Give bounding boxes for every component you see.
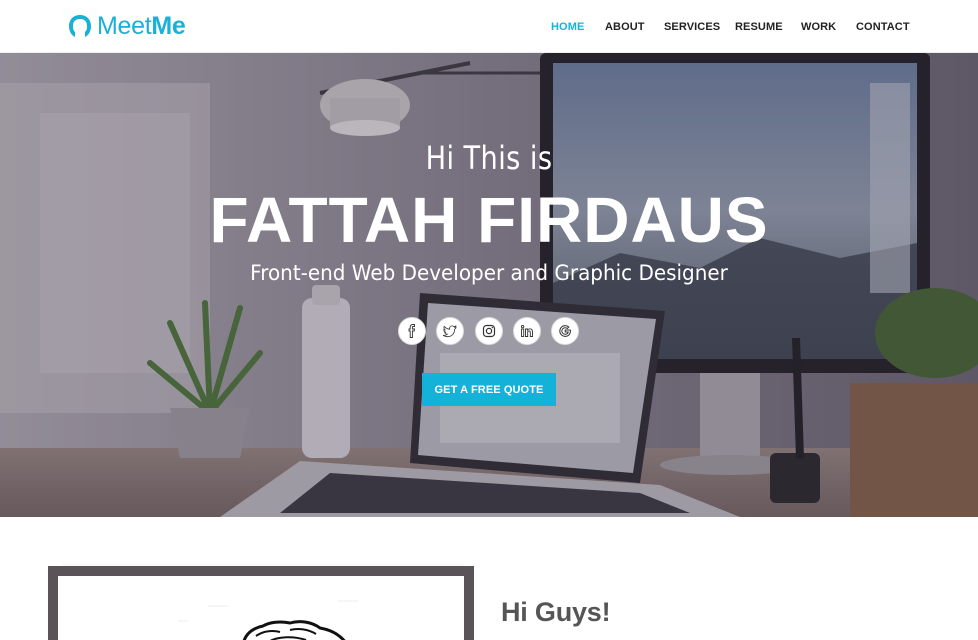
twitter-icon: [443, 325, 457, 338]
hero-greeting: Hi This is: [425, 139, 553, 177]
twitter-link[interactable]: [436, 317, 464, 345]
nav-home[interactable]: HOME: [551, 20, 584, 34]
nav-services[interactable]: SERVICES: [664, 20, 720, 34]
about-section: Hi Guys!: [0, 517, 978, 640]
hero-name: FATTAH FIRDAUS: [209, 184, 769, 256]
facebook-link[interactable]: [398, 317, 426, 345]
nav-work[interactable]: WORK: [801, 20, 836, 34]
about-heading: Hi Guys!: [501, 597, 611, 627]
profile-illustration: [58, 576, 464, 640]
social-links: [398, 317, 580, 345]
linkedin-link[interactable]: [513, 317, 541, 345]
linkedin-icon: [520, 324, 533, 337]
google-link[interactable]: [551, 317, 579, 345]
profile-photo-frame: [48, 566, 474, 640]
nav-about[interactable]: ABOUT: [605, 20, 645, 34]
google-icon: [559, 325, 571, 337]
profile-sketch-image: [178, 600, 358, 640]
hero-tagline: Front-end Web Developer and Graphic Desi…: [250, 261, 728, 285]
instagram-link[interactable]: [475, 317, 503, 345]
hero-overlay: [0, 53, 978, 517]
get-quote-button[interactable]: GET A FREE QUOTE: [422, 373, 556, 406]
hero-section: Hi This is FATTAH FIRDAUS Front-end Web …: [0, 53, 978, 517]
facebook-icon: [408, 324, 416, 338]
nav-resume[interactable]: RESUME: [735, 20, 783, 34]
navbar: MeetMe HOME ABOUT SERVICES RESUME WORK C…: [0, 0, 978, 53]
instagram-icon: [482, 324, 496, 338]
nav-menu: HOME ABOUT SERVICES RESUME WORK CONTACT: [0, 20, 978, 34]
nav-contact[interactable]: CONTACT: [856, 20, 910, 34]
